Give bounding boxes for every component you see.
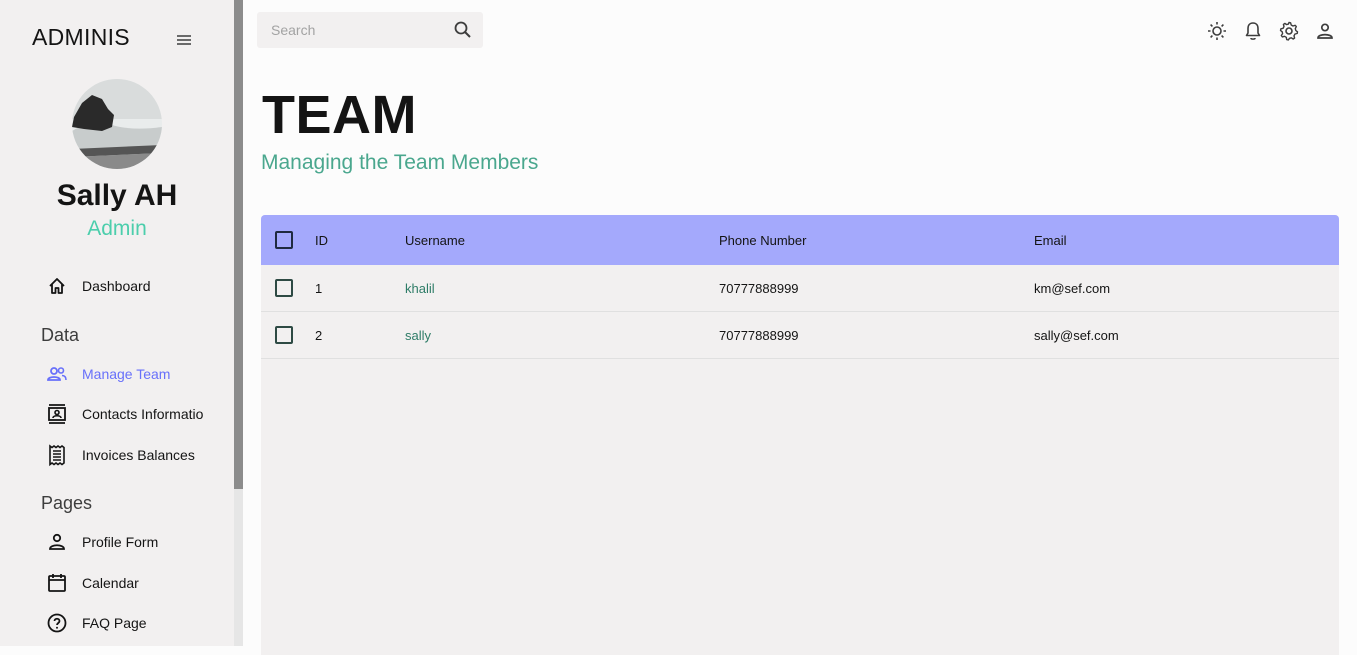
user-role: Admin — [87, 217, 147, 240]
cell-id: 1 — [315, 280, 323, 296]
sidebar-item-invoices[interactable]: Invoices Balances — [0, 437, 234, 473]
avatar — [72, 79, 162, 169]
sidebar-item-contacts[interactable]: Contacts Information — [0, 396, 234, 432]
sidebar-item-calendar[interactable]: Calendar — [0, 565, 234, 601]
search-input[interactable] — [271, 12, 441, 48]
cell-email: sally@sef.com — [1034, 327, 1119, 343]
person-icon[interactable] — [1313, 19, 1337, 43]
select-all-checkbox[interactable] — [275, 231, 293, 249]
table-header: ID Username Phone Number Email — [261, 215, 1339, 265]
column-header-email[interactable]: Email — [1034, 215, 1067, 265]
person-icon — [45, 530, 69, 554]
search-icon[interactable] — [453, 20, 473, 40]
sidebar: ADMINIS Sally AH Admin Dashboard Data Ma… — [0, 0, 234, 646]
section-title-pages: Pages — [41, 493, 93, 513]
user-name: Sally AH — [56, 179, 178, 212]
sidebar-item-label: Dashboard — [82, 278, 151, 294]
section-title-data: Data — [41, 325, 80, 345]
row-checkbox[interactable] — [275, 279, 293, 297]
calendar-icon — [45, 571, 69, 595]
page-subtitle: Managing the Team Members — [261, 151, 539, 174]
sidebar-scrollbar[interactable] — [234, 0, 243, 646]
search-box — [257, 12, 483, 48]
cell-id: 2 — [315, 327, 323, 343]
cell-phone: 70777888999 — [719, 280, 799, 296]
people-icon — [45, 362, 69, 386]
sidebar-item-label: FAQ Page — [82, 615, 147, 631]
home-icon — [45, 274, 69, 298]
settings-icon[interactable] — [1277, 19, 1301, 43]
sidebar-item-profile-form[interactable]: Profile Form — [0, 524, 234, 560]
page-title: TEAM — [262, 85, 417, 145]
table-row[interactable]: 1 khalil 70777888999 km@sef.com — [261, 265, 1339, 312]
contacts-icon — [45, 402, 69, 426]
sidebar-item-label: Invoices Balances — [82, 447, 195, 463]
help-circle-icon — [45, 611, 69, 635]
sidebar-item-dashboard[interactable]: Dashboard — [0, 268, 234, 304]
sidebar-item-label: Manage Team — [82, 366, 171, 382]
notifications-icon[interactable] — [1241, 19, 1265, 43]
row-select-cell — [275, 312, 293, 358]
row-checkbox[interactable] — [275, 326, 293, 344]
light-mode-icon[interactable] — [1205, 19, 1229, 43]
select-all-cell — [275, 215, 293, 265]
sidebar-item-manage-team[interactable]: Manage Team — [0, 356, 234, 392]
sidebar-scrollbar-thumb[interactable] — [234, 0, 243, 489]
column-header-id[interactable]: ID — [315, 215, 328, 265]
sidebar-item-faq[interactable]: FAQ Page — [0, 605, 234, 641]
cell-email: km@sef.com — [1034, 280, 1111, 296]
column-header-phone[interactable]: Phone Number — [719, 215, 806, 265]
brand-title: ADMINIS — [32, 24, 130, 50]
column-header-username[interactable]: Username — [405, 215, 465, 265]
cell-username: sally — [405, 327, 432, 343]
sidebar-item-label: Contacts Information — [82, 406, 204, 422]
cell-phone: 70777888999 — [719, 327, 799, 343]
menu-icon[interactable] — [172, 28, 196, 52]
row-select-cell — [275, 265, 293, 311]
sidebar-item-label: Profile Form — [82, 534, 159, 550]
team-table: ID Username Phone Number Email 1 khalil … — [261, 215, 1339, 655]
table-row[interactable]: 2 sally 70777888999 sally@sef.com — [261, 312, 1339, 359]
cell-username: khalil — [405, 280, 435, 296]
sidebar-item-label: Calendar — [82, 575, 139, 591]
receipt-icon — [45, 443, 69, 467]
